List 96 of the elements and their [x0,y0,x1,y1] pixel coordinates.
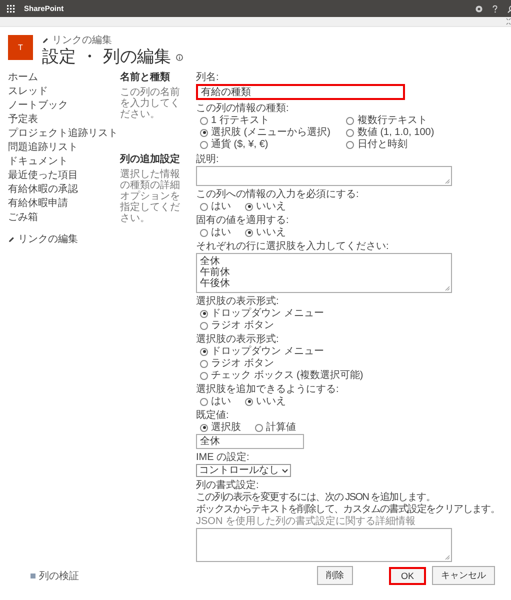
radio-button[interactable] [200,322,208,330]
breadcrumb-separator: ・ [81,47,98,67]
field-label: 固有の値を適用する: [196,215,290,226]
nav-link[interactable]: 有給休暇申請 [8,198,120,209]
radio-button[interactable] [200,140,208,148]
radio-label: ドロップダウン メニュー [211,308,324,319]
field-label: この列への情報の入力を必須にする: [196,189,360,200]
nav-link[interactable]: ごみ箱 [8,212,120,223]
field-label: 列の書式設定: [196,480,260,491]
focus-mode-icon[interactable] [506,18,511,25]
resize-grip-icon [445,555,450,560]
radio-label: 選択肢 [211,422,241,433]
edit-links-link[interactable]: リンクの編集 [52,35,112,46]
field-label: 説明: [196,154,220,165]
radio-button[interactable] [346,128,354,136]
site-title[interactable]: 設定 [42,47,76,67]
field-label: それぞれの行に選択肢を入力してください: [196,241,390,252]
radio-label: 複数行テキスト [357,115,428,126]
page-title: 列の編集 [103,47,171,67]
edit-links-link[interactable]: リンクの編集 [18,234,78,245]
nav-link[interactable]: 有給休暇の承認 [8,184,120,195]
nav-link[interactable]: ノートブック [8,100,120,111]
expand-icon[interactable] [30,572,36,578]
action-button[interactable]: 削除 [316,566,353,585]
radio-label: はい [211,201,231,212]
radio-label: いいえ [256,201,286,212]
resize-grip-icon [445,179,450,184]
resize-grip-icon [445,286,450,291]
radio-label: いいえ [256,396,286,407]
field-label: 列名: [196,72,220,83]
help-text: ボックスからテキストを削除して、カスタムの書式設定をクリアします。 [196,504,501,515]
caret-icon [282,468,288,472]
section-title: 列の追加設定 [120,154,181,165]
radio-label: 選択肢 (メニューから選択) [211,127,330,138]
help-text: この列の表示を変更するには、次の JSON を追加します。 [196,492,436,503]
radio-label: ラジオ ボタン [211,358,274,369]
text-field[interactable]: 有給の種類 [196,84,405,100]
radio-label: ラジオ ボタン [211,320,274,331]
radio-button[interactable] [200,424,208,432]
info-icon [176,54,183,60]
radio-label: 日付と時刻 [357,139,408,150]
radio-button[interactable] [200,228,208,236]
radio-label: はい [211,227,231,238]
ok-button[interactable]: OK [388,566,426,584]
app-launcher-icon[interactable] [7,4,15,12]
settings-icon[interactable] [475,4,483,12]
radio-button[interactable] [245,202,253,210]
radio-button[interactable] [200,360,208,368]
radio-button[interactable] [245,228,253,236]
radio-button[interactable] [200,202,208,210]
field-label: IME の設定: [196,452,250,463]
radio-button[interactable] [200,128,208,136]
nav-link[interactable]: 予定表 [8,114,120,125]
radio-label: 通貨 ($, ¥, €) [211,139,268,150]
nav-link[interactable]: プロジェクト追跡リスト [8,128,120,139]
nav-link[interactable]: ホーム [8,72,120,83]
field-label: 既定値: [196,410,230,421]
radio-button[interactable] [346,140,354,148]
radio-label: チェック ボックス (複数選択可能) [211,370,364,381]
radio-button[interactable] [255,424,263,432]
pencil-icon [42,37,49,44]
field-label: この列の情報の種類: [196,103,290,114]
radio-button[interactable] [200,348,208,356]
radio-label: ドロップダウン メニュー [211,346,324,357]
nav-link[interactable]: 最近使った項目 [8,170,120,181]
nav-link[interactable]: 問題追跡リスト [8,142,120,153]
field-label: 選択肢を追加できるようにする: [196,384,340,395]
nav-link[interactable]: ドキュメント [8,156,120,167]
radio-button[interactable] [200,398,208,406]
text-area[interactable] [196,166,452,186]
section-title: 名前と種類 [120,72,171,83]
learn-more-link[interactable]: JSON を使用した列の書式設定に関する詳細情報 [196,516,505,527]
section-description: 選択した情報の種類の詳細オプションを指定してください。 [120,169,181,224]
radio-label: 1 行テキスト [211,115,270,126]
section-description: この列の名前を入力してください。 [120,87,181,120]
field-label: 選択肢の表示形式: [196,296,280,307]
radio-label: いいえ [256,227,286,238]
pencil-icon [8,236,15,243]
radio-label: 計算値 [266,422,296,433]
json-text-area[interactable] [196,528,452,562]
radio-label: はい [211,396,231,407]
radio-button[interactable] [200,310,208,318]
help-icon[interactable] [492,4,498,12]
site-logo[interactable]: T [8,35,33,60]
text-area[interactable]: 全休 午前休 午後休 [196,253,452,293]
radio-button[interactable] [200,372,208,380]
column-validation-link[interactable]: 列の検証 [39,568,79,582]
nav-link[interactable]: スレッド [8,86,120,97]
field-label: 選択肢の表示形式: [196,334,280,345]
radio-button[interactable] [346,116,354,124]
radio-label: 数値 (1, 1.0, 100) [357,127,434,138]
text-field[interactable]: 全休 [196,434,304,449]
radio-button[interactable] [200,116,208,124]
action-button[interactable]: キャンセル [432,566,495,585]
radio-button[interactable] [245,398,253,406]
dropdown[interactable]: コントロールなし [196,464,291,477]
